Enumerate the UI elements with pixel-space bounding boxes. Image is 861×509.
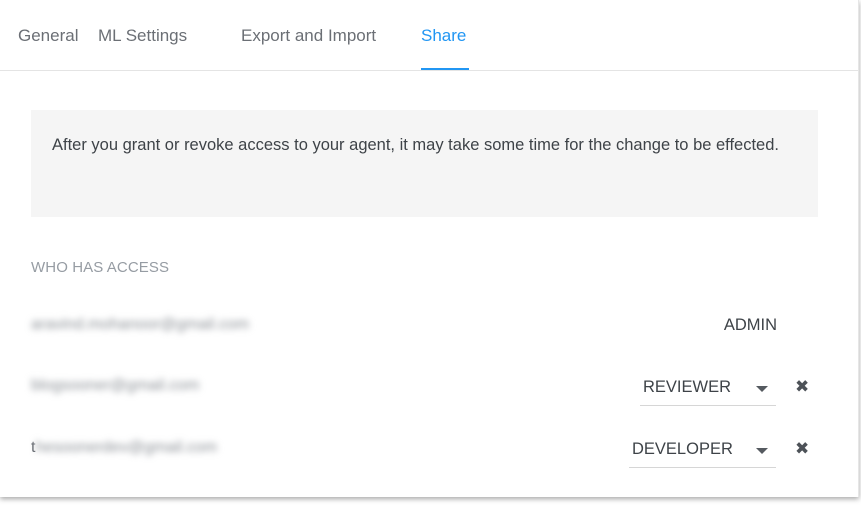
role-select-value: REVIEWER bbox=[643, 378, 732, 396]
user-email: thesoonerdev@gmail.com bbox=[31, 439, 217, 457]
access-change-notice: After you grant or revoke access to your… bbox=[31, 110, 818, 217]
role-select-value: DEVELOPER bbox=[632, 440, 733, 458]
caret-down-icon bbox=[756, 386, 768, 392]
role-select-developer[interactable]: DEVELOPER bbox=[629, 431, 776, 468]
notice-text: After you grant or revoke access to your… bbox=[52, 136, 779, 154]
access-row-reviewer: blogsooner@gmail.com REVIEWER ✖ bbox=[31, 369, 821, 409]
settings-tabs: General ML Settings Export and Import Sh… bbox=[0, 0, 858, 71]
tab-share[interactable]: Share bbox=[421, 26, 466, 46]
who-has-access-heading: WHO HAS ACCESS bbox=[31, 259, 170, 276]
role-select-reviewer[interactable]: REVIEWER bbox=[640, 369, 776, 406]
remove-user-close-icon[interactable]: ✖ bbox=[795, 439, 809, 459]
user-email-redacted: hesoonerdev@gmail.com bbox=[35, 439, 218, 456]
user-email-redacted: blogsooner@gmail.com bbox=[31, 377, 200, 394]
role-label-admin: ADMIN bbox=[723, 316, 777, 334]
remove-user-close-icon[interactable]: ✖ bbox=[795, 377, 809, 397]
caret-down-icon bbox=[756, 448, 768, 454]
user-email-redacted: aravind.mohanoor@gmail.com bbox=[31, 316, 250, 333]
user-email: blogsooner@gmail.com bbox=[31, 377, 199, 395]
tab-export-and-import[interactable]: Export and Import bbox=[241, 26, 376, 46]
user-email: aravind.mohanoor@gmail.com bbox=[31, 316, 249, 334]
tab-general[interactable]: General bbox=[18, 26, 78, 46]
access-row-admin: aravind.mohanoor@gmail.com ADMIN bbox=[31, 308, 821, 348]
access-row-developer: thesoonerdev@gmail.com DEVELOPER ✖ bbox=[31, 431, 821, 471]
tab-ml-settings[interactable]: ML Settings bbox=[98, 26, 187, 46]
agent-settings-panel: General ML Settings Export and Import Sh… bbox=[0, 0, 859, 497]
active-tab-indicator bbox=[421, 68, 469, 70]
